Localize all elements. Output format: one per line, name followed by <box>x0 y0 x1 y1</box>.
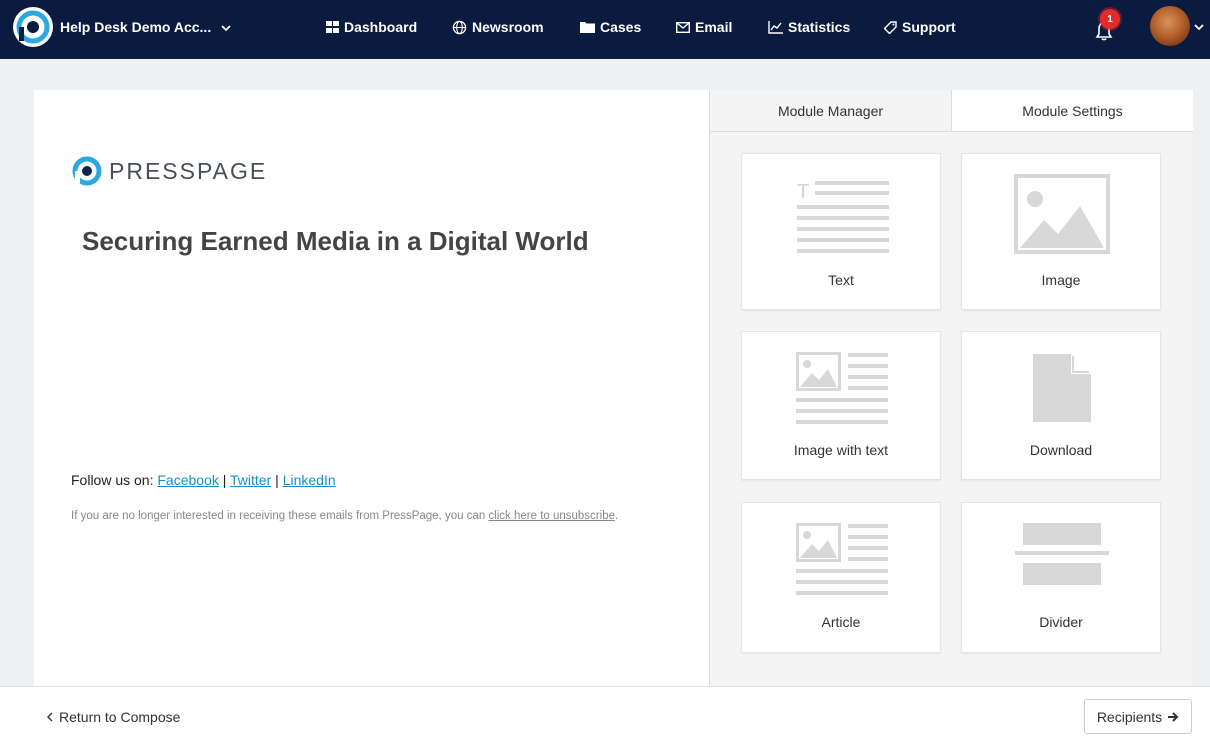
brand-name: PRESSPAGE <box>109 157 268 184</box>
module-image-with-text[interactable]: Image with text <box>741 331 941 480</box>
module-download[interactable]: Download <box>961 331 1161 480</box>
linkedin-link[interactable]: LinkedIn <box>283 472 336 488</box>
next-label: Recipients <box>1096 708 1163 725</box>
module-label: Text <box>828 272 854 288</box>
module-label: Article <box>821 614 861 630</box>
module-image[interactable]: Image <box>961 153 1161 310</box>
recipients-button[interactable]: Recipients <box>1084 699 1192 734</box>
line-chart-icon <box>768 20 783 34</box>
notification-badge: 1 <box>1100 9 1120 29</box>
nav-newsroom[interactable]: Newsroom <box>452 19 544 35</box>
unsubscribe-text: If you are no longer interested in recei… <box>71 510 489 522</box>
nav-label: Email <box>695 19 733 35</box>
download-module-icon <box>1033 354 1091 422</box>
email-preview: PRESSPAGE Securing Earned Media in a Dig… <box>34 90 709 686</box>
twitter-link[interactable]: Twitter <box>230 472 271 488</box>
tab-module-settings[interactable]: Module Settings <box>951 90 1193 131</box>
tag-icon <box>884 20 897 34</box>
return-to-compose-link[interactable]: Return to Compose <box>47 709 180 725</box>
nav-statistics[interactable]: Statistics <box>768 19 850 35</box>
nav-label: Cases <box>600 19 642 35</box>
presspage-logo-icon <box>72 156 102 186</box>
presspage-logo-icon[interactable] <box>13 7 53 47</box>
nav-label: Newsroom <box>472 19 544 35</box>
image-with-text-module-icon <box>796 352 888 424</box>
panel-tabs: Module Manager Module Settings <box>710 90 1193 132</box>
chevron-down-icon <box>221 25 231 32</box>
article-module-icon <box>796 523 888 595</box>
arrow-right-icon <box>1168 711 1179 722</box>
nav-support[interactable]: Support <box>884 19 956 35</box>
module-label: Divider <box>1039 614 1083 630</box>
facebook-link[interactable]: Facebook <box>157 472 218 488</box>
tab-module-manager[interactable]: Module Manager <box>710 90 951 131</box>
unsubscribe-link[interactable]: click here to unsubscribe <box>488 510 615 522</box>
footer-bar: Return to Compose Recipients <box>0 686 1210 744</box>
follow-label: Follow us on: <box>71 472 158 488</box>
divider-module-icon <box>1015 523 1109 585</box>
nav-cases[interactable]: Cases <box>580 19 641 35</box>
module-label: Image with text <box>793 442 889 458</box>
envelope-icon <box>676 21 690 33</box>
grid-icon <box>326 21 339 33</box>
module-divider[interactable]: Divider <box>961 502 1161 653</box>
separator: | <box>271 472 283 488</box>
nav-email[interactable]: Email <box>676 19 732 35</box>
presspage-brand-logo: PRESSPAGE <box>71 155 267 187</box>
text-module-icon: T <box>797 181 889 253</box>
module-label: Download <box>1029 442 1093 458</box>
unsubscribe-note: If you are no longer interested in recei… <box>71 510 618 522</box>
social-links: Follow us on: Facebook | Twitter | Linke… <box>71 472 336 488</box>
nav-dashboard[interactable]: Dashboard <box>326 19 417 35</box>
globe-icon <box>452 20 467 34</box>
image-module-icon <box>1014 174 1110 254</box>
account-name: Help Desk Demo Acc... <box>60 19 212 35</box>
top-navigation-bar: Help Desk Demo Acc... Dashboard Newsroom… <box>0 0 1210 59</box>
unsubscribe-end: . <box>614 510 619 522</box>
chevron-down-icon[interactable] <box>1194 24 1204 31</box>
svg-text:T: T <box>797 181 809 203</box>
nav-label: Statistics <box>788 19 851 35</box>
module-text[interactable]: T Text <box>741 153 941 310</box>
module-panel: Module Manager Module Settings T Text Im… <box>709 90 1193 686</box>
email-headline: Securing Earned Media in a Digital World <box>82 226 589 256</box>
account-switcher[interactable]: Help Desk Demo Acc... <box>60 19 231 35</box>
folder-icon <box>580 22 595 33</box>
avatar[interactable] <box>1150 6 1190 46</box>
separator: | <box>218 472 231 488</box>
chevron-left-icon <box>47 712 53 722</box>
nav-label: Support <box>902 19 956 35</box>
nav-label: Dashboard <box>344 19 418 35</box>
back-label: Return to Compose <box>59 709 181 725</box>
module-label: Image <box>1041 272 1081 288</box>
module-article[interactable]: Article <box>741 502 941 653</box>
